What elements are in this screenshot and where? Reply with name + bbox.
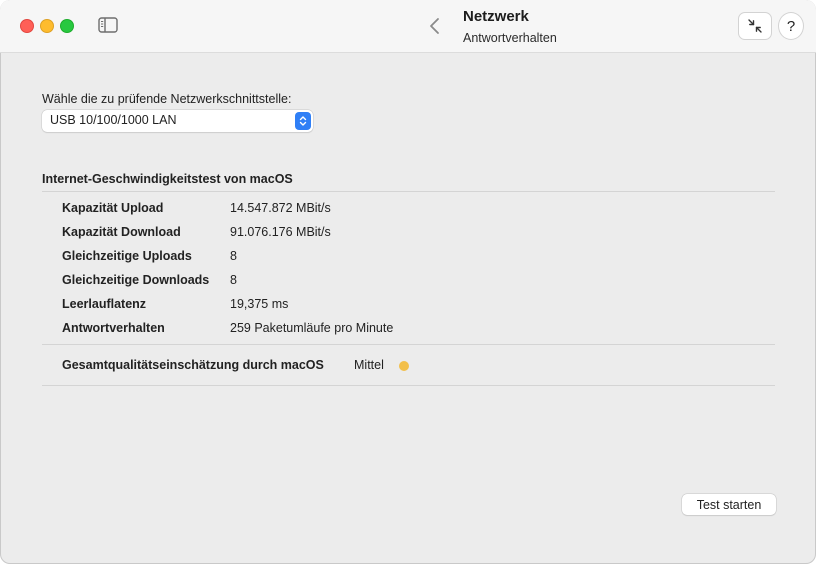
sidebar-toggle-icon[interactable]	[98, 17, 118, 33]
interface-select[interactable]: USB 10/100/1000 LAN	[42, 110, 313, 132]
title-bar: Netzwerk Antwortverhalten ?	[0, 0, 816, 53]
divider	[42, 385, 775, 386]
help-button[interactable]: ?	[778, 12, 804, 40]
window-subtitle: Antwortverhalten	[463, 31, 557, 45]
minimize-window-button[interactable]	[40, 19, 54, 33]
concurrent-downloads-label: Gleichzeitige Downloads	[62, 273, 210, 287]
start-test-button[interactable]: Test starten	[682, 494, 776, 515]
speedtest-heading: Internet-Geschwindigkeitstest von macOS	[42, 172, 293, 186]
app-window: Netzwerk Antwortverhalten ? Wähle die zu…	[0, 0, 816, 564]
quality-label: Gesamtqualitätseinschätzung durch macOS	[62, 358, 324, 372]
divider	[42, 191, 775, 192]
collapse-button[interactable]	[738, 12, 772, 40]
idle-latency-value: 19,375 ms	[230, 297, 289, 311]
download-capacity-label: Kapazität Download	[62, 225, 181, 239]
idle-latency-label: Leerlauflatenz	[62, 297, 147, 311]
main-content: Wähle die zu prüfende Netzwerkschnittste…	[0, 53, 816, 564]
up-down-chevron-icon	[295, 112, 311, 130]
close-window-button[interactable]	[20, 19, 34, 33]
window-title: Netzwerk	[463, 8, 529, 25]
concurrent-uploads-label: Gleichzeitige Uploads	[62, 249, 192, 263]
responsiveness-value: 259 Paketumläufe pro Minute	[230, 321, 394, 335]
quality-status-dot	[399, 361, 409, 371]
chevron-left-icon[interactable]	[428, 17, 442, 35]
responsiveness-label: Antwortverhalten	[62, 321, 165, 335]
collapse-arrows-icon	[748, 19, 762, 33]
interface-prompt: Wähle die zu prüfende Netzwerkschnittste…	[42, 92, 292, 106]
concurrent-downloads-value: 8	[230, 273, 237, 287]
interface-select-value: USB 10/100/1000 LAN	[50, 113, 177, 127]
upload-capacity-label: Kapazität Upload	[62, 201, 164, 215]
divider	[42, 344, 775, 345]
zoom-window-button[interactable]	[60, 19, 74, 33]
quality-value: Mittel	[354, 358, 384, 372]
concurrent-uploads-value: 8	[230, 249, 237, 263]
download-capacity-value: 91.076.176 MBit/s	[230, 225, 331, 239]
upload-capacity-value: 14.547.872 MBit/s	[230, 201, 331, 215]
